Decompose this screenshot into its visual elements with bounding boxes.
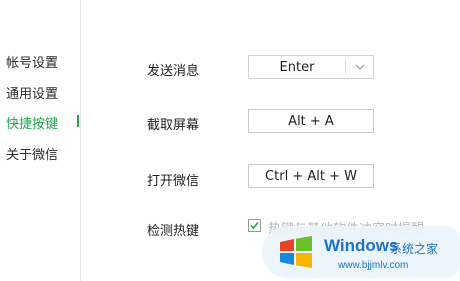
watermark-url: www.bjjmlv.com	[338, 260, 409, 271]
open-wechat-label: 打开微信	[147, 174, 200, 189]
sidebar: 帐号设置 通用设置 快捷按键 关于微信	[0, 0, 80, 281]
sidebar-item-account-settings[interactable]: 帐号设置	[6, 52, 58, 71]
sidebar-item-about-wechat[interactable]: 关于微信	[6, 144, 58, 163]
detect-hotkeys-checkbox[interactable]	[248, 219, 261, 232]
watermark-subtitle: 系统之家	[390, 242, 439, 256]
open-wechat-hotkey-field[interactable]: Ctrl + Alt + W	[248, 164, 374, 188]
watermark: Windows 系统之家 www.bjjmlv.com	[262, 222, 460, 278]
watermark-brand: Windows	[324, 236, 399, 255]
active-indicator	[77, 115, 79, 127]
windows-logo-icon	[280, 236, 312, 268]
sidebar-item-general-settings[interactable]: 通用设置	[6, 83, 58, 102]
screenshot-hotkey-field[interactable]: Alt + A	[248, 109, 374, 133]
select-separator	[345, 59, 346, 75]
screenshot-label: 截取屏幕	[147, 118, 200, 133]
sidebar-divider	[80, 0, 81, 281]
send-message-select[interactable]: Enter	[248, 55, 374, 79]
send-message-value: Enter	[279, 59, 315, 75]
chevron-down-icon[interactable]	[353, 60, 367, 74]
checkmark-icon	[250, 221, 259, 230]
send-message-label: 发送消息	[147, 64, 200, 79]
detect-hotkeys-label: 检测热键	[147, 224, 200, 239]
sidebar-item-shortcuts[interactable]: 快捷按键	[6, 113, 58, 132]
